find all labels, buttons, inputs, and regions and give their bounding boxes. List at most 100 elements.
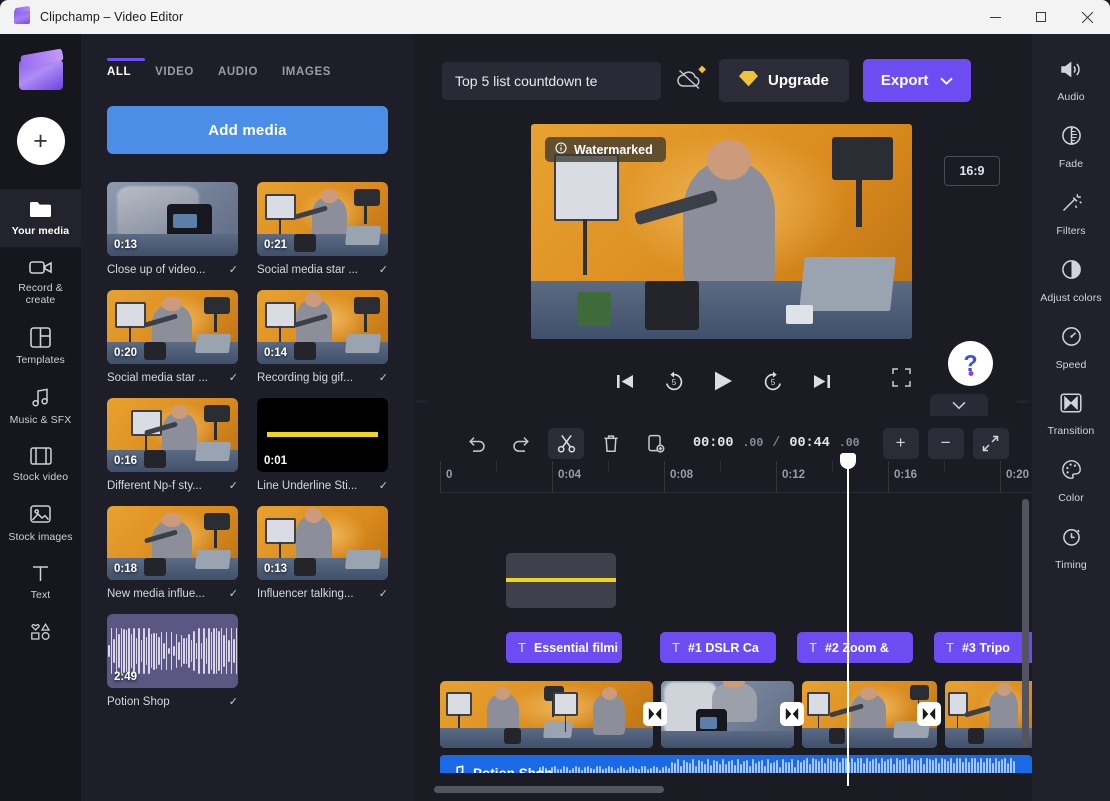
check-icon: ✓ [229,695,238,708]
sidebar-item-your-media[interactable]: Your media [0,189,81,247]
sidebar-item-text[interactable]: Text [0,553,81,611]
sidebar-item-record-create[interactable]: Record & create [0,247,81,316]
media-thumbnail[interactable]: 0:13 [257,506,388,580]
sidebar-item-label: Your media [12,225,69,237]
redo-button[interactable] [503,428,539,459]
media-item[interactable]: 0:13 Influencer talking... ✓ [257,506,388,600]
audio-clip[interactable]: Potion Shop [440,755,1032,773]
media-duration: 0:16 [114,455,137,467]
video-clip[interactable] [945,681,1032,748]
image-icon [30,504,51,525]
tab-audio[interactable]: AUDIO [218,66,258,82]
add-project-button[interactable]: + [17,117,65,165]
media-thumbnail[interactable]: 0:14 [257,290,388,364]
overlay-clip[interactable] [506,553,616,608]
media-item[interactable]: 0:14 Recording big gif... ✓ [257,290,388,384]
video-clip[interactable] [661,681,794,748]
media-thumbnail[interactable]: 0:16 [107,398,238,472]
tool-adjust-colors[interactable]: Adjust colors [1032,247,1110,314]
media-item[interactable]: 0:18 New media influe... ✓ [107,506,238,600]
media-item[interactable]: 0:13 Close up of video... ✓ [107,182,238,276]
transition-marker[interactable] [780,702,804,726]
sidebar-item-music-sfx[interactable]: Music & SFX [0,376,81,436]
split-button[interactable] [548,428,584,459]
timeline-ruler[interactable]: 0 0:04 0:08 0:12 0:16 0:20 [440,461,1032,493]
tab-video[interactable]: VIDEO [155,66,194,82]
window-title: Clipchamp – Video Editor [40,10,183,24]
close-button[interactable] [1064,0,1110,34]
magic-wand-icon [1061,192,1082,218]
skip-to-start-button[interactable] [616,373,635,390]
capture-frame-button[interactable] [638,428,674,459]
sidebar-item-stock-video[interactable]: Stock video [0,436,81,493]
timeline-horizontal-scrollbar[interactable] [434,786,664,793]
video-clip[interactable] [440,681,653,748]
tab-images[interactable]: IMAGES [282,66,331,82]
sidebar-item-shapes[interactable] [0,611,81,656]
palette-icon [1061,459,1082,485]
media-thumbnail[interactable]: 2:49 [107,614,238,688]
minimize-button[interactable] [972,0,1018,34]
total-frames: .00 [839,437,860,450]
tab-all[interactable]: ALL [107,66,131,82]
watermark-badge: Watermarked [545,137,666,162]
play-button[interactable] [713,370,734,392]
zoom-in-button[interactable]: + [883,428,919,459]
tool-audio[interactable]: Audio [1032,48,1110,113]
media-item[interactable]: 0:21 Social media star ... ✓ [257,182,388,276]
media-item[interactable]: 0:20 Social media star ... ✓ [107,290,238,384]
timecode-separator: / [772,436,780,451]
maximize-button[interactable] [1018,0,1064,34]
tool-label: Filters [1056,225,1085,237]
help-button[interactable]: ? [948,341,993,386]
media-thumbnail[interactable]: 0:13 [107,182,238,256]
tool-timing[interactable]: Timing [1032,514,1110,581]
media-thumbnail[interactable]: 0:18 [107,506,238,580]
cloud-off-icon[interactable]: ◆ [675,66,705,96]
skip-to-end-button[interactable] [812,373,831,390]
rewind-5-button[interactable]: 5 [663,371,685,392]
text-clip[interactable]: T Essential filmi [506,632,622,663]
video-preview[interactable]: Watermarked [531,124,912,339]
text-clip[interactable]: T #2 Zoom & [797,632,913,663]
zoom-out-button[interactable]: − [928,428,964,459]
timeline-collapse-button[interactable] [930,394,988,416]
fullscreen-button[interactable] [892,368,911,392]
tool-label: Adjust colors [1040,292,1101,304]
export-button[interactable]: Export [863,59,972,102]
check-icon: ✓ [229,479,238,492]
upgrade-button[interactable]: Upgrade [719,59,849,102]
add-media-button[interactable]: Add media [107,106,388,154]
media-thumbnail[interactable]: 0:21 [257,182,388,256]
playhead[interactable] [847,461,849,786]
sidebar-item-stock-images[interactable]: Stock images [0,493,81,553]
media-item[interactable]: 0:16 Different Np-f sty... ✓ [107,398,238,492]
tool-color[interactable]: Color [1032,447,1110,514]
tool-filters[interactable]: Filters [1032,180,1110,247]
text-t-icon: T [518,640,526,655]
text-clip[interactable]: T #1 DSLR Ca [660,632,776,663]
sidebar-item-templates[interactable]: Templates [0,316,81,376]
folder-icon [29,200,52,219]
tool-speed[interactable]: Speed [1032,314,1110,381]
media-thumbnail[interactable]: 0:20 [107,290,238,364]
text-t-icon [31,564,50,583]
media-thumbnail[interactable]: 0:01 [257,398,388,472]
sidebar-nav: Your media Record & create Templates Mus… [0,189,81,656]
undo-button[interactable] [458,428,494,459]
media-name: New media influe... [107,588,224,600]
tool-transition[interactable]: Transition [1032,381,1110,447]
transition-marker[interactable] [917,702,941,726]
transition-marker[interactable] [643,702,667,726]
fit-to-window-button[interactable] [973,428,1009,459]
media-item[interactable]: 2:49 Potion Shop ✓ [107,614,238,708]
tool-fade[interactable]: Fade [1032,113,1110,180]
active-tab-underline [107,58,145,61]
text-clip[interactable]: T #3 Tripo [934,632,1032,663]
forward-5-button[interactable]: 5 [762,371,784,392]
aspect-ratio-button[interactable]: 16:9 [944,156,1000,186]
project-name-input[interactable] [442,62,661,100]
media-item[interactable]: 0:01 Line Underline Sti... ✓ [257,398,388,492]
delete-button[interactable] [593,428,629,459]
timeline-vertical-scrollbar[interactable] [1022,499,1029,747]
